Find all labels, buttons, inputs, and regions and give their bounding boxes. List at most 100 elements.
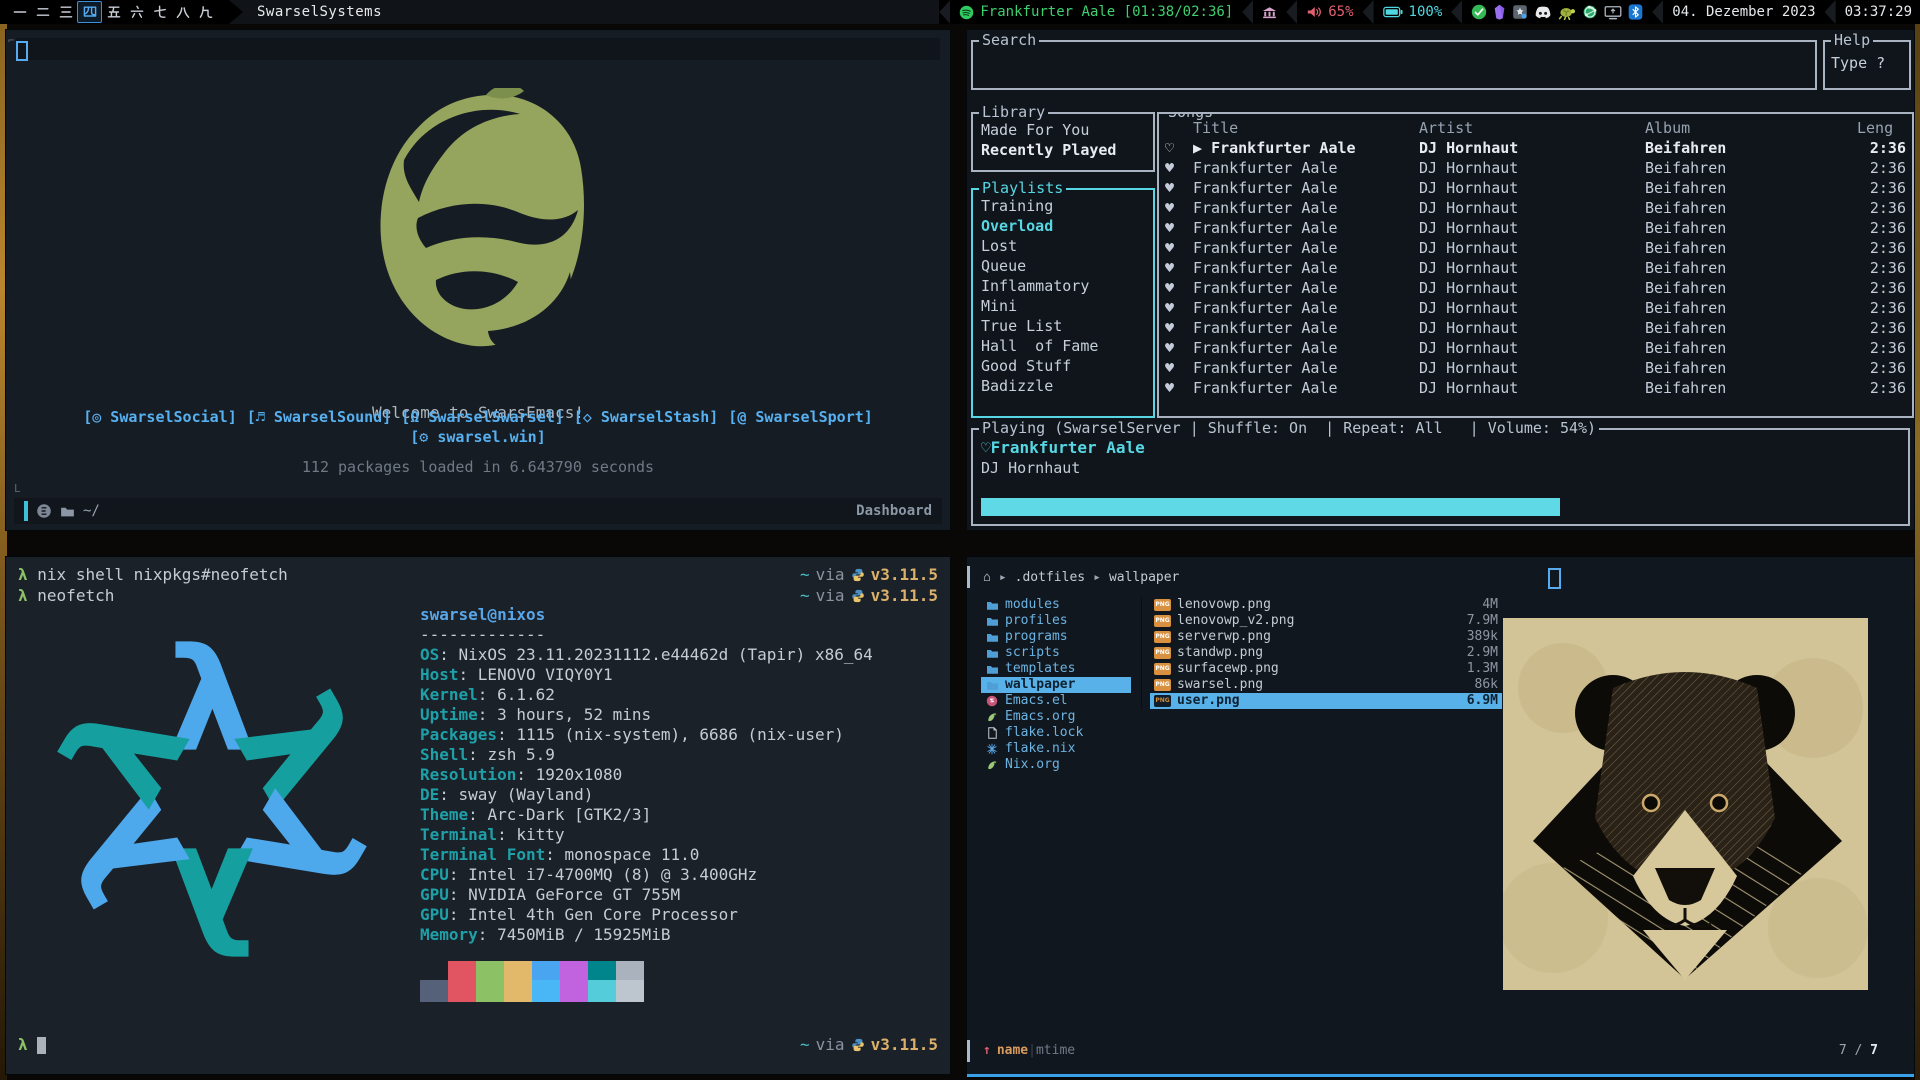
check-icon[interactable]: [1471, 4, 1487, 20]
playlist-item[interactable]: Hall of Fame: [981, 336, 1153, 356]
keyboard-module[interactable]: [1262, 6, 1277, 19]
volume-module[interactable]: 65%: [1306, 4, 1353, 20]
liked-icon[interactable]: ♥: [1165, 258, 1193, 278]
emacs-tab-strip[interactable]: [16, 38, 940, 60]
workspace-4-active[interactable]: [77, 1, 102, 23]
song-row[interactable]: ♥ Frankfurter Aale DJ Hornhaut Beifahren…: [1159, 238, 1912, 258]
workspace-8[interactable]: [171, 2, 194, 22]
dir-row[interactable]: wallpaper: [981, 677, 1131, 693]
file-row[interactable]: PNG surfacewp.png 1.3M: [1150, 661, 1502, 677]
liked-icon[interactable]: ♥: [1165, 218, 1193, 238]
song-row[interactable]: ♥ Frankfurter Aale DJ Hornhaut Beifahren…: [1159, 378, 1912, 398]
song-row[interactable]: ♥ Frankfurter Aale DJ Hornhaut Beifahren…: [1159, 278, 1912, 298]
song-row[interactable]: ♥ Frankfurter Aale DJ Hornhaut Beifahren…: [1159, 338, 1912, 358]
spotify-module[interactable]: Frankfurter Aale [01:38/02:36]: [959, 4, 1233, 20]
workspace-1[interactable]: [8, 2, 31, 22]
sort-secondary[interactable]: mtime: [1036, 1043, 1075, 1058]
swarselsport-button[interactable]: [@ SwarselSport]: [728, 408, 873, 426]
file-row[interactable]: PNG lenovowp.png 4M: [1150, 597, 1502, 613]
playlist-item[interactable]: Mini: [981, 296, 1153, 316]
liked-icon[interactable]: ♥: [1165, 158, 1193, 178]
file-row[interactable]: PNG serverwp.png 389k: [1150, 629, 1502, 645]
swarselsound-button[interactable]: [♬ SwarselSound]: [247, 408, 392, 426]
liked-icon[interactable]: ♥: [1165, 238, 1193, 258]
shield-icon[interactable]: [1493, 4, 1506, 20]
dir-row[interactable]: modules: [981, 597, 1131, 613]
liked-icon[interactable]: ♥: [1165, 178, 1193, 198]
file-row[interactable]: PNG lenovowp_v2.png 7.9M: [1150, 613, 1502, 629]
playlist-item[interactable]: Inflammatory: [981, 276, 1153, 296]
dir-row[interactable]: Emacs.org: [981, 709, 1131, 725]
playlist-item[interactable]: True List: [981, 316, 1153, 336]
dir-row[interactable]: flake.nix: [981, 741, 1131, 757]
dir-row[interactable]: flake.lock: [981, 725, 1131, 741]
discord-icon[interactable]: [1534, 5, 1552, 20]
file-row[interactable]: PNG user.png 6.9M: [1150, 693, 1502, 709]
liked-icon[interactable]: ♡: [1165, 138, 1193, 158]
terminal-window[interactable]: λ nix shell nixpkgs#neofetch ~ via v3.11…: [6, 557, 950, 1074]
color-swatch: [560, 980, 588, 1002]
liked-icon[interactable]: ♥: [1165, 318, 1193, 338]
file-row[interactable]: PNG standwp.png 2.9M: [1150, 645, 1502, 661]
playlist-item[interactable]: Badizzle: [981, 376, 1153, 396]
dir-row[interactable]: profiles: [981, 613, 1131, 629]
swarsel-win-button[interactable]: [⚙ swarsel.win]: [410, 428, 545, 446]
current-song-row[interactable]: ♡ ▶ Frankfurter Aale DJ Hornhaut Beifahr…: [1159, 138, 1912, 158]
library-item[interactable]: Recently Played: [981, 140, 1153, 160]
liked-icon[interactable]: ♥: [1165, 358, 1193, 378]
bluetooth-icon[interactable]: [1628, 4, 1643, 20]
png-icon: PNG: [1154, 695, 1171, 707]
workspace-6[interactable]: [125, 2, 148, 22]
dir-row[interactable]: templates: [981, 661, 1131, 677]
app-box-icon[interactable]: [1512, 4, 1528, 20]
liked-icon[interactable]: ♥: [1165, 278, 1193, 298]
syncthing-icon[interactable]: [1582, 4, 1598, 20]
song-row[interactable]: ♥ Frankfurter Aale DJ Hornhaut Beifahren…: [1159, 258, 1912, 278]
song-row[interactable]: ♥ Frankfurter Aale DJ Hornhaut Beifahren…: [1159, 158, 1912, 178]
modeline-mode[interactable]: Dashboard: [856, 503, 932, 519]
active-prompt[interactable]: λ: [18, 1035, 46, 1054]
swarselstash-button[interactable]: [◇ SwarselStash]: [574, 408, 719, 426]
song-row[interactable]: ♥ Frankfurter Aale DJ Hornhaut Beifahren…: [1159, 218, 1912, 238]
song-row[interactable]: ♥ Frankfurter Aale DJ Hornhaut Beifahren…: [1159, 358, 1912, 378]
swarselswarsel-button[interactable]: [Ω SwarselSwarsel]: [401, 408, 564, 426]
dir-row[interactable]: scripts: [981, 645, 1131, 661]
dir-row[interactable]: Nix.org: [981, 757, 1131, 773]
song-row[interactable]: ♥ Frankfurter Aale DJ Hornhaut Beifahren…: [1159, 178, 1912, 198]
playlist-item[interactable]: Training: [981, 196, 1153, 216]
seek-bar[interactable]: [981, 498, 1900, 516]
workspace-9[interactable]: [194, 2, 217, 22]
workspace-5[interactable]: [102, 2, 125, 22]
song-row[interactable]: ♥ Frankfurter Aale DJ Hornhaut Beifahren…: [1159, 298, 1912, 318]
liked-icon[interactable]: ♥: [1165, 298, 1193, 318]
playlist-item[interactable]: Queue: [981, 256, 1153, 276]
breadcrumb-dir[interactable]: wallpaper: [1109, 570, 1179, 585]
liked-icon[interactable]: ♥: [1165, 198, 1193, 218]
breadcrumb-dir[interactable]: .dotfiles: [1015, 570, 1085, 585]
playlist-item[interactable]: Good Stuff: [981, 356, 1153, 376]
screenshare-icon[interactable]: [1604, 5, 1622, 20]
song-row[interactable]: ♥ Frankfurter Aale DJ Hornhaut Beifahren…: [1159, 198, 1912, 218]
liked-icon[interactable]: ♥: [1165, 338, 1193, 358]
library-item[interactable]: Made For You: [981, 120, 1153, 140]
sort-primary[interactable]: name: [997, 1043, 1028, 1058]
dir-row[interactable]: programs: [981, 629, 1131, 645]
playlist-item[interactable]: Lost: [981, 236, 1153, 256]
heart-icon[interactable]: ♡: [981, 438, 991, 457]
swarselsocial-button[interactable]: [◎ SwarselSocial]: [83, 408, 237, 426]
playlist-item[interactable]: Overload: [981, 216, 1153, 236]
home-icon[interactable]: ⌂: [983, 570, 991, 585]
song-row[interactable]: ♥ Frankfurter Aale DJ Hornhaut Beifahren…: [1159, 318, 1912, 338]
workspace-2[interactable]: [31, 2, 54, 22]
modeline-path[interactable]: ~/: [83, 503, 100, 519]
turtle-icon[interactable]: [1558, 5, 1576, 20]
battery-module[interactable]: 100%: [1383, 4, 1443, 20]
workspace-7[interactable]: [148, 2, 171, 22]
liked-icon[interactable]: ♥: [1165, 378, 1193, 398]
workspace-3[interactable]: [54, 2, 77, 22]
sort-direction-icon[interactable]: ↑: [983, 1043, 991, 1058]
song-title: Frankfurter Aale: [1193, 238, 1419, 258]
search-box[interactable]: Search: [971, 40, 1817, 90]
dir-row[interactable]: Emacs.el: [981, 693, 1131, 709]
file-row[interactable]: PNG swarsel.png 86k: [1150, 677, 1502, 693]
